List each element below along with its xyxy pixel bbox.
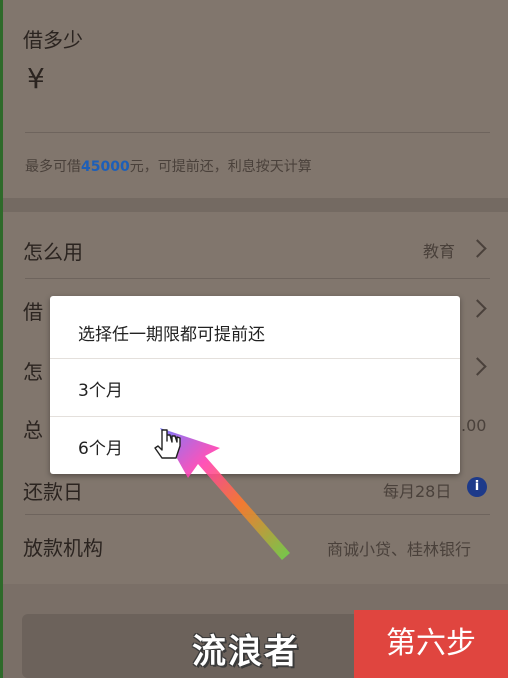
limit-amount: 45000 [81,159,130,175]
divider [25,278,490,279]
currency-symbol[interactable]: ¥ [27,62,45,95]
section-gap [3,198,508,212]
repay-day-label: 还款日 [23,480,83,504]
total-label: 总 [23,418,43,442]
borrow-amount-title: 借多少 [23,28,83,52]
total-value: .00 [461,416,487,435]
repay-method-label: 怎 [23,360,43,384]
usage-value[interactable]: 教育 [423,238,455,262]
borrow-limit-hint: 最多可借45000元，可提前还，利息按天计算 [25,156,312,176]
term-option-3-months[interactable]: 3个月 [50,358,460,416]
borrow-amount-card: 借多少 ¥ 最多可借45000元，可提前还，利息按天计算 [3,0,508,198]
lender-label: 放款机构 [23,536,103,560]
dialog-header-text: 选择任一期限都可提前还 [78,325,265,345]
pointer-annotation [154,428,290,560]
repay-day-value: 每月28日 [383,482,452,501]
term-option-label: 3个月 [78,381,123,401]
limit-suffix: 元，可提前还，利息按天计算 [129,159,312,175]
divider [25,132,490,133]
borrow-term-label: 借 [23,300,43,324]
limit-prefix: 最多可借 [25,159,81,175]
chevron-right-icon[interactable] [468,357,487,376]
chevron-right-icon[interactable] [468,299,487,318]
term-option-label: 6个月 [78,439,123,459]
chevron-right-icon[interactable] [468,239,487,258]
dialog-header: 选择任一期限都可提前还 [50,302,460,360]
watermark-text: 流浪者 [192,632,300,672]
step-badge: 第六步 [354,610,508,678]
info-icon[interactable]: i [467,477,487,497]
lender-value: 商诚小贷、桂林银行 [327,540,472,559]
usage-label: 怎么用 [23,240,83,264]
